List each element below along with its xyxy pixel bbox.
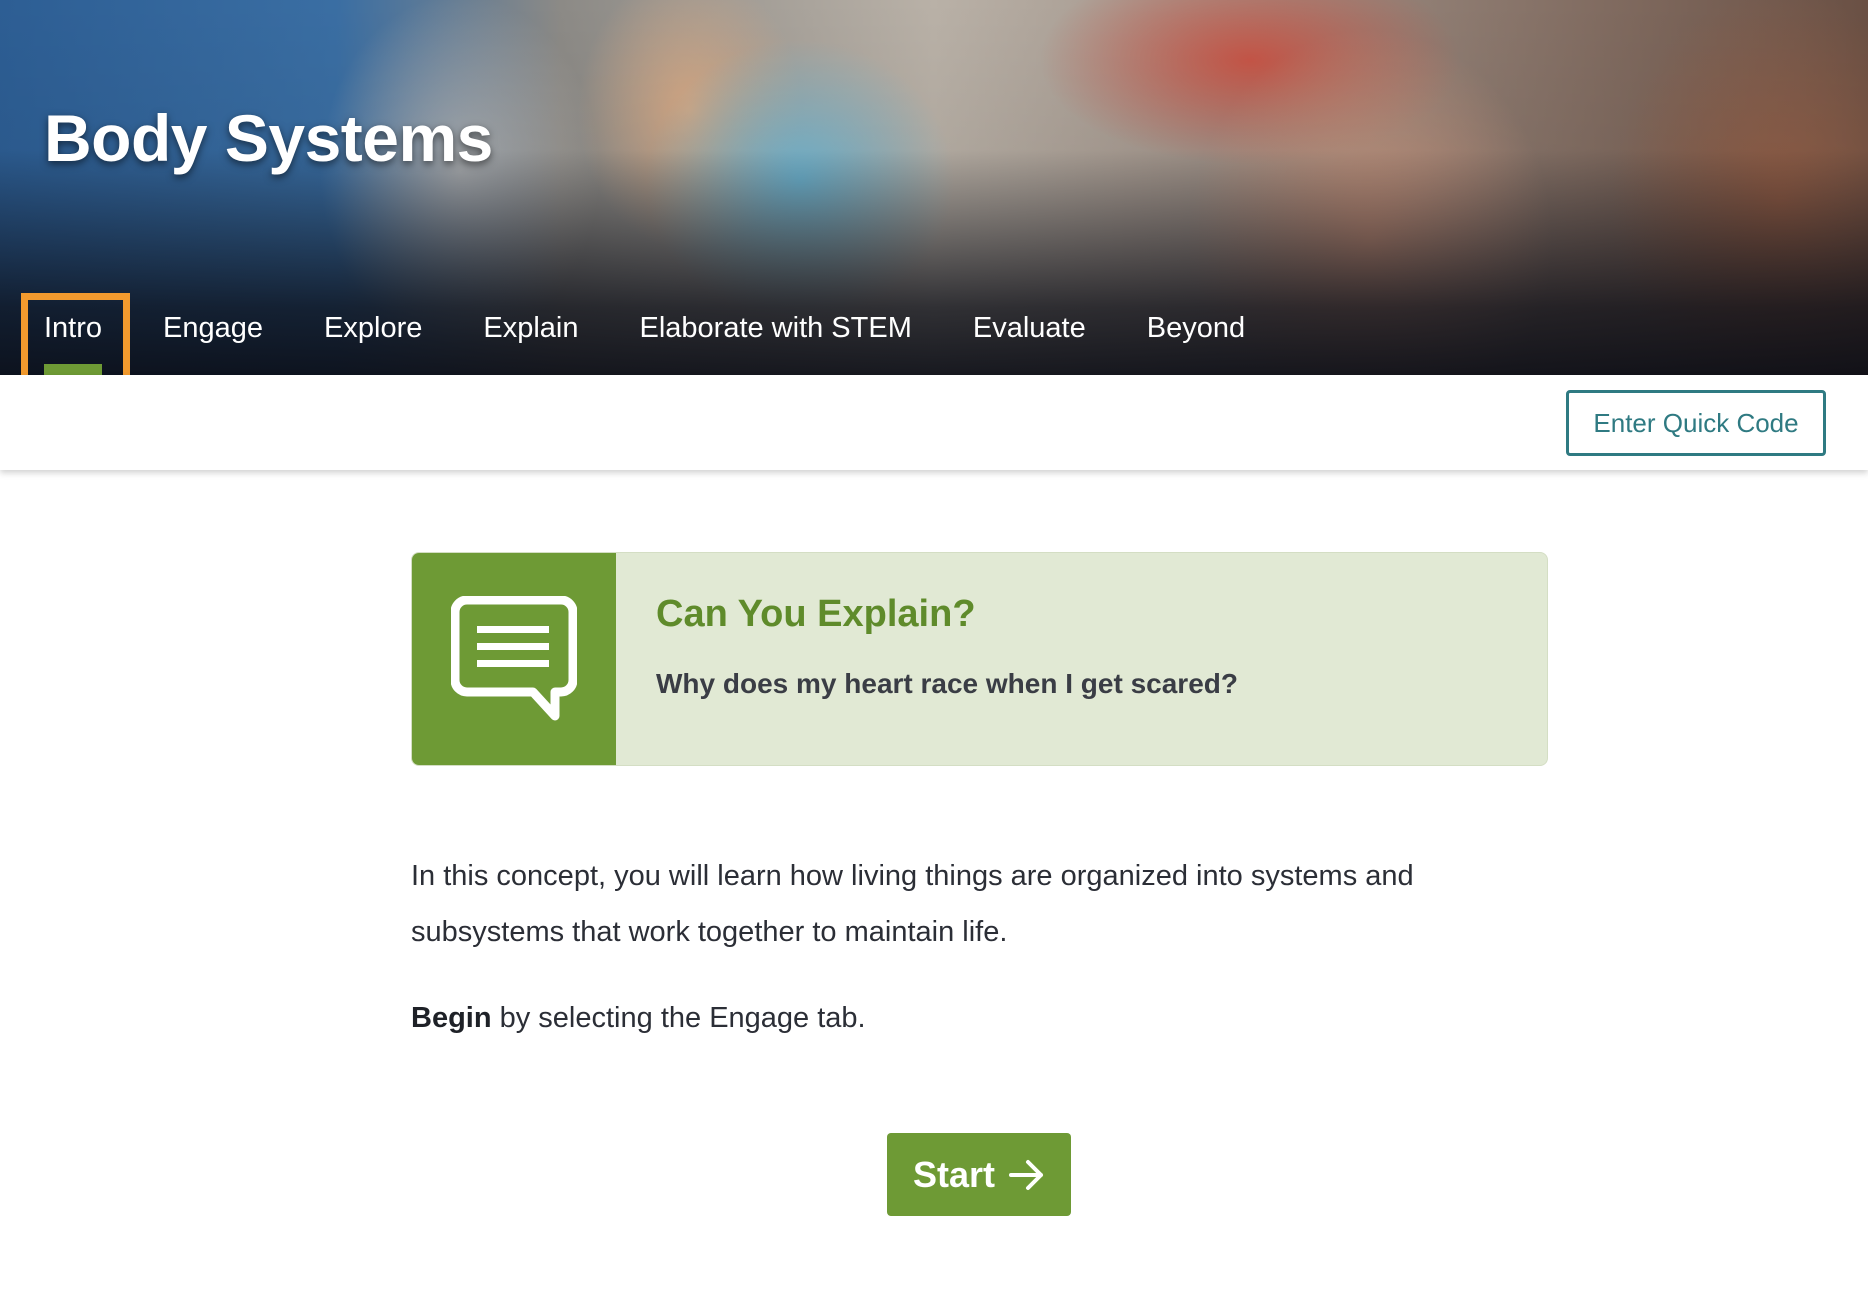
arrow-right-icon bbox=[1009, 1159, 1044, 1190]
start-button[interactable]: Start bbox=[887, 1133, 1071, 1216]
active-tab-indicator bbox=[44, 364, 103, 375]
tab-evaluate[interactable]: Evaluate bbox=[951, 300, 1108, 375]
callout-question: Why does my heart race when I get scared… bbox=[656, 668, 1238, 699]
tab-label: Intro bbox=[44, 312, 103, 344]
utility-bar: Enter Quick Code bbox=[0, 375, 1868, 470]
tab-label: Engage bbox=[163, 312, 264, 344]
callout-title: Can You Explain? bbox=[656, 593, 976, 635]
tab-engage[interactable]: Engage bbox=[141, 300, 285, 375]
callout-body: Can You Explain? Why does my heart race … bbox=[616, 553, 1278, 765]
callout-icon-panel bbox=[412, 553, 616, 765]
tab-label: Beyond bbox=[1146, 312, 1246, 344]
start-button-label: Start bbox=[912, 1153, 996, 1195]
tab-explain[interactable]: Explain bbox=[461, 300, 600, 375]
tab-explore[interactable]: Explore bbox=[302, 300, 444, 375]
tab-label: Elaborate with STEM bbox=[639, 312, 912, 344]
intro-paragraph: In this concept, you will learn how livi… bbox=[411, 860, 1414, 948]
can-you-explain-callout: Can You Explain? Why does my heart race … bbox=[411, 552, 1548, 766]
begin-instruction: Begin by selecting the Engage tab. bbox=[411, 990, 866, 1046]
tab-intro[interactable]: Intro bbox=[22, 300, 124, 375]
tab-beyond[interactable]: Beyond bbox=[1125, 300, 1267, 375]
tab-label: Explore bbox=[324, 312, 423, 344]
tab-label: Explain bbox=[483, 312, 579, 344]
tab-label: Evaluate bbox=[972, 312, 1086, 344]
tab-elaborate-with-stem[interactable]: Elaborate with STEM bbox=[617, 300, 933, 375]
hero-banner: Body Systems Intro Engage Explore Explai… bbox=[0, 0, 1868, 375]
page-title: Body Systems bbox=[44, 101, 493, 175]
begin-rest-text: by selecting the Engage tab. bbox=[491, 1002, 866, 1034]
begin-bold-text: Begin bbox=[411, 1002, 492, 1034]
speech-bubble-icon bbox=[451, 596, 577, 721]
enter-quick-code-button[interactable]: Enter Quick Code bbox=[1566, 390, 1826, 456]
section-tabs: Intro Engage Explore Explain Elaborate w… bbox=[0, 300, 1267, 375]
